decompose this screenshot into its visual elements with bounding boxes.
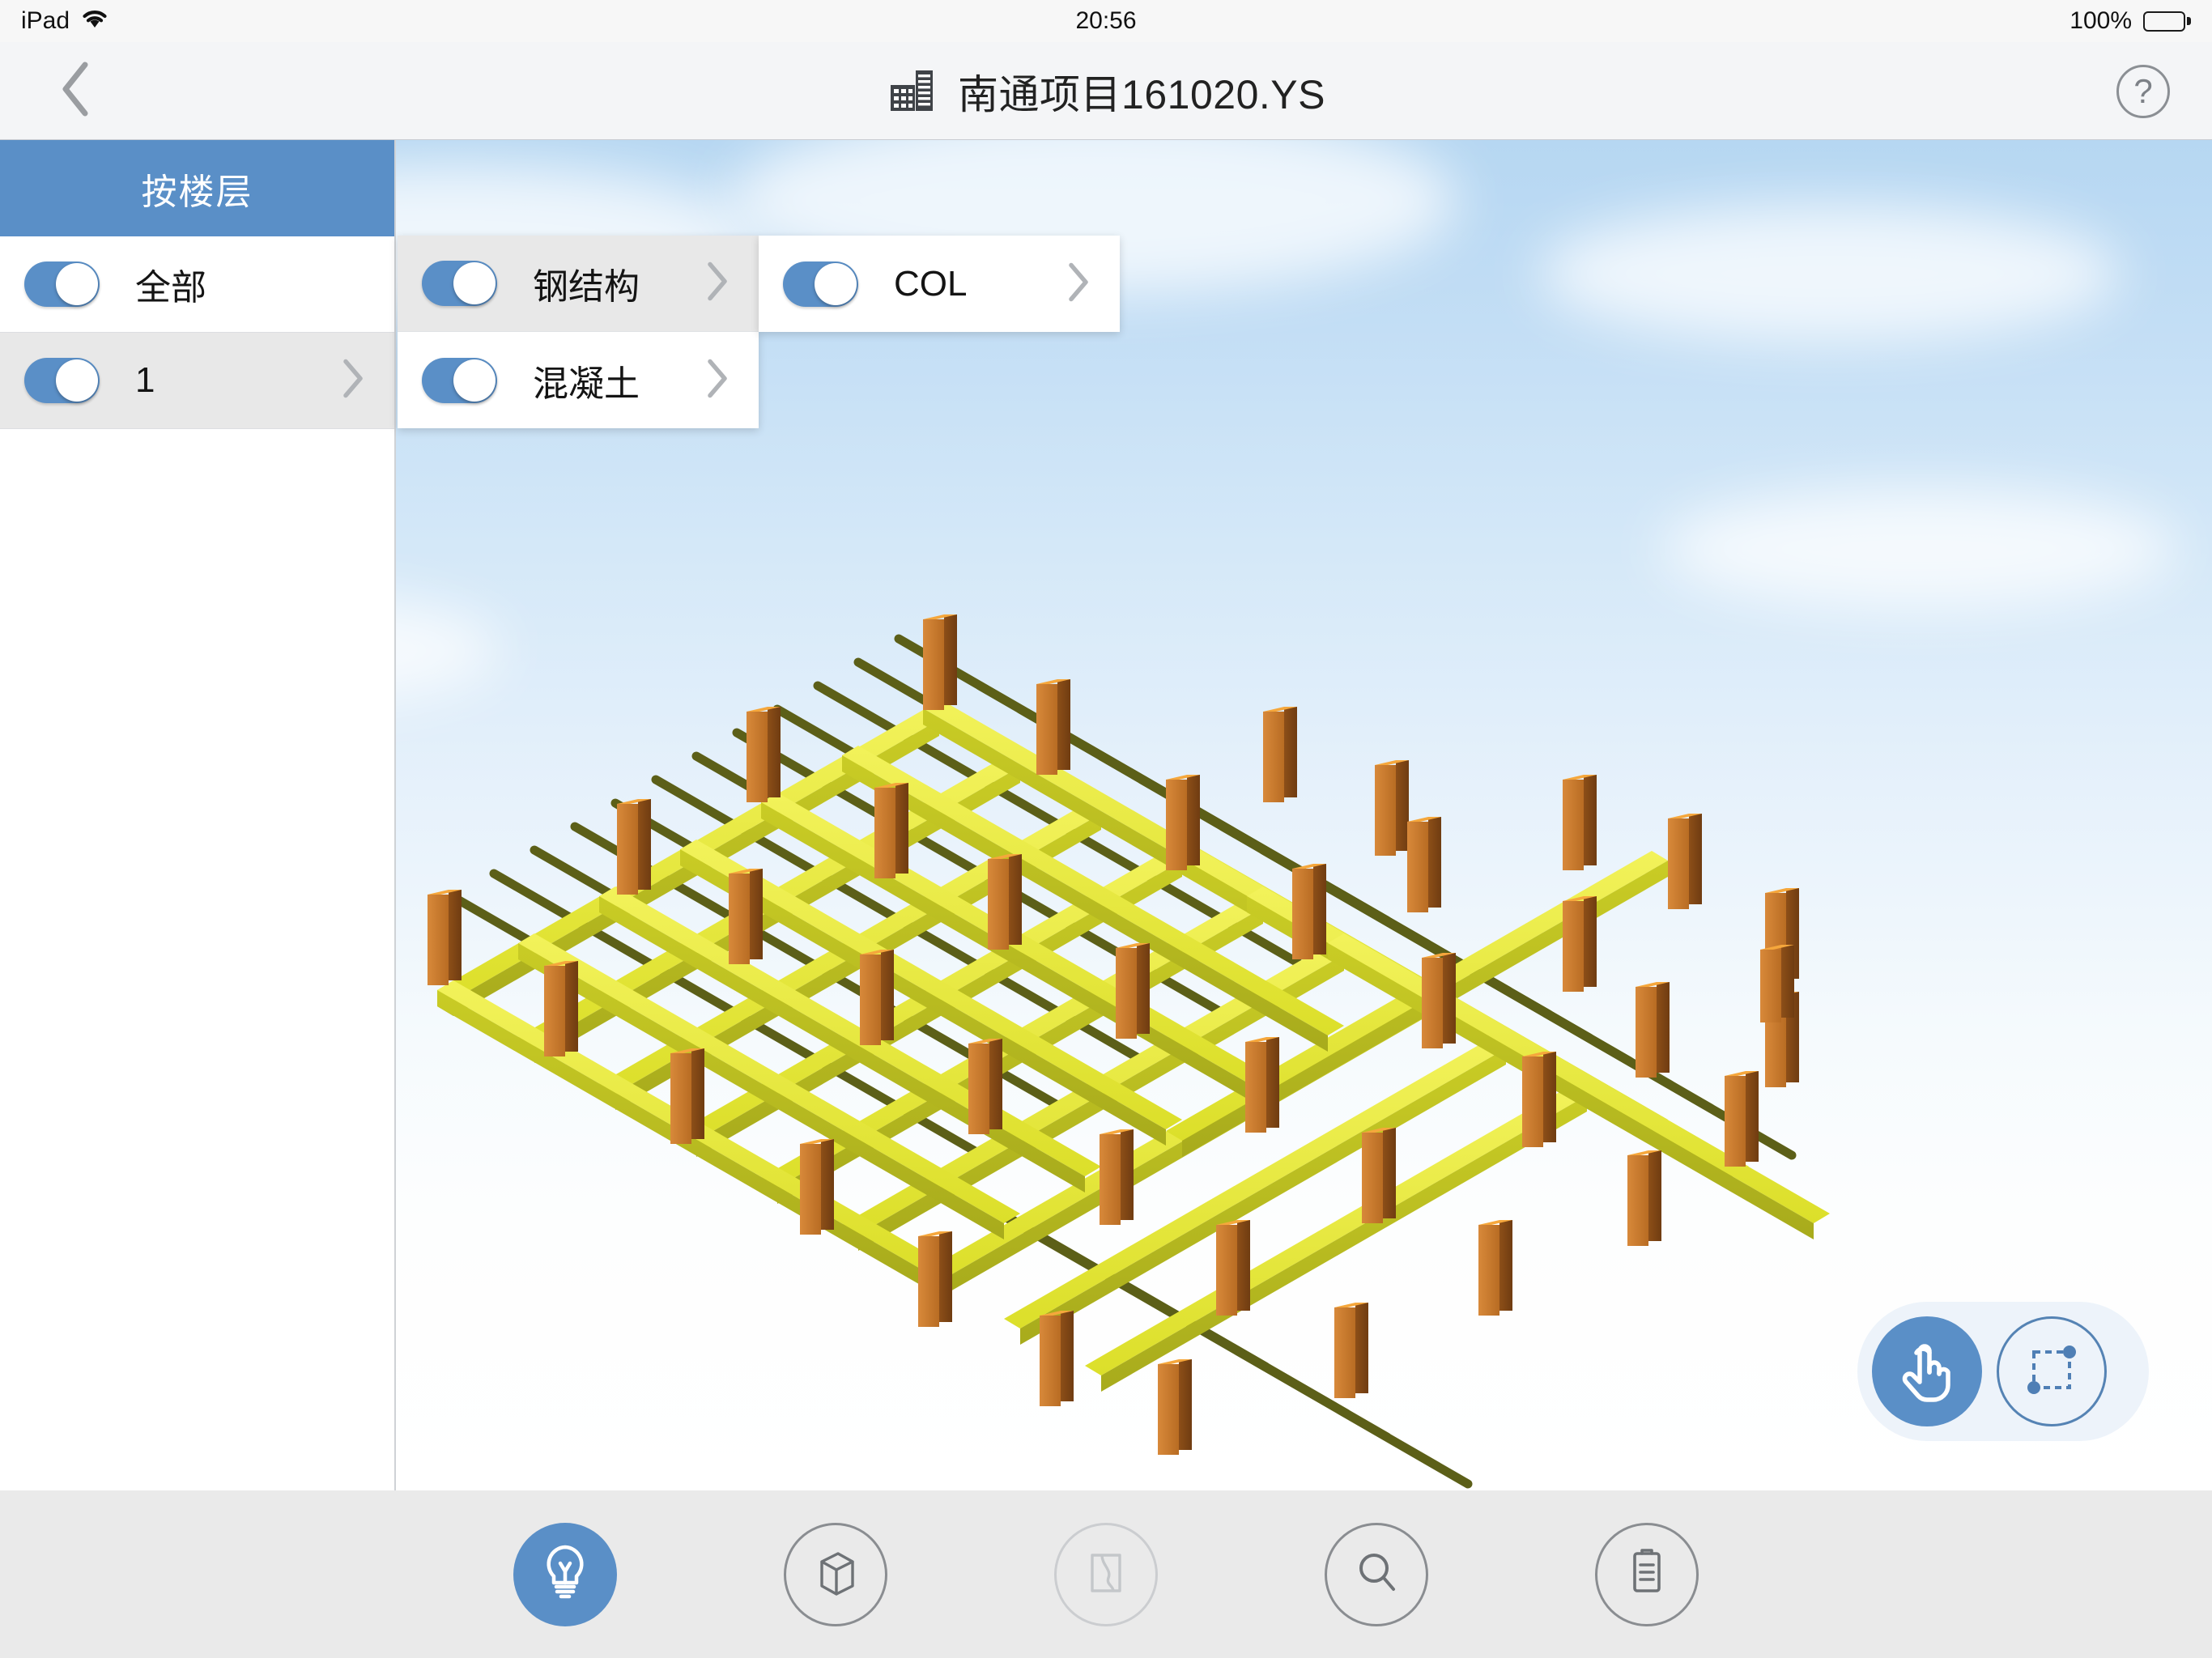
material-row-concrete[interactable]: 混凝土 xyxy=(398,332,759,428)
toolbar-button-3d-view[interactable] xyxy=(784,1522,887,1626)
status-bar: iPad 20:56 100% xyxy=(0,0,2212,42)
members-panel: COL xyxy=(759,236,1120,332)
material-row-steel[interactable]: 钢结构 xyxy=(398,236,759,332)
section-plan-icon xyxy=(1078,1544,1134,1605)
floor-row-1[interactable]: 1 xyxy=(0,333,394,429)
tap-select-button[interactable] xyxy=(1872,1316,1982,1426)
material-label-steel: 钢结构 xyxy=(533,267,640,307)
toolbar-button-lightbulb[interactable] xyxy=(513,1522,617,1626)
member-label-col: COL xyxy=(894,263,968,304)
floor-toggle-all[interactable] xyxy=(24,261,100,307)
material-toggle-steel[interactable] xyxy=(422,261,497,306)
lightbulb-icon xyxy=(537,1542,593,1606)
clipboard-icon xyxy=(1619,1542,1675,1606)
help-button[interactable]: ? xyxy=(2116,65,2170,118)
nav-title-group: 南通项目161020.YS xyxy=(0,42,2212,140)
battery-percent-label: 100% xyxy=(2069,7,2132,34)
chevron-right-icon xyxy=(705,261,730,307)
floors-panel-header: 按楼层 xyxy=(0,140,394,236)
member-toggle-col[interactable] xyxy=(783,261,858,307)
building-icon xyxy=(887,64,937,118)
floor-label-all: 全部 xyxy=(135,268,206,308)
toolbar-button-search[interactable] xyxy=(1325,1522,1428,1626)
question-mark-icon: ? xyxy=(2133,72,2153,110)
magnifier-icon xyxy=(1348,1544,1405,1605)
floor-row-all[interactable]: 全部 xyxy=(0,236,394,333)
selection-tool-pill xyxy=(1857,1302,2149,1441)
rectangle-select-icon xyxy=(2018,1336,2086,1408)
navigation-bar: 南通项目161020.YS ? xyxy=(0,42,2212,140)
toolbar-button-section-plan[interactable] xyxy=(1054,1522,1158,1626)
status-bar-right: 100% xyxy=(2069,0,2191,42)
floors-panel: 按楼层 全部 1 xyxy=(0,140,396,1490)
battery-full-icon xyxy=(2143,11,2191,32)
rectangle-select-button[interactable] xyxy=(1997,1316,2107,1426)
bottom-toolbar xyxy=(0,1490,2212,1658)
chevron-right-icon xyxy=(341,358,365,404)
member-row-col[interactable]: COL xyxy=(759,236,1120,332)
chevron-right-icon xyxy=(1066,261,1091,307)
page-title: 南通项目161020.YS xyxy=(958,71,1325,117)
status-bar-center: 20:56 xyxy=(0,0,2212,42)
floor-label-1: 1 xyxy=(135,360,155,400)
toolbar-button-report[interactable] xyxy=(1595,1522,1699,1626)
cube-3d-icon xyxy=(807,1544,864,1605)
material-toggle-concrete[interactable] xyxy=(422,357,497,403)
floor-toggle-1[interactable] xyxy=(24,358,100,403)
tap-hand-icon xyxy=(1895,1335,1959,1409)
clock-label: 20:56 xyxy=(1075,7,1137,34)
chevron-right-icon xyxy=(705,357,730,403)
materials-panel: 钢结构 混凝土 xyxy=(398,236,759,428)
material-label-concrete: 混凝土 xyxy=(533,363,640,404)
